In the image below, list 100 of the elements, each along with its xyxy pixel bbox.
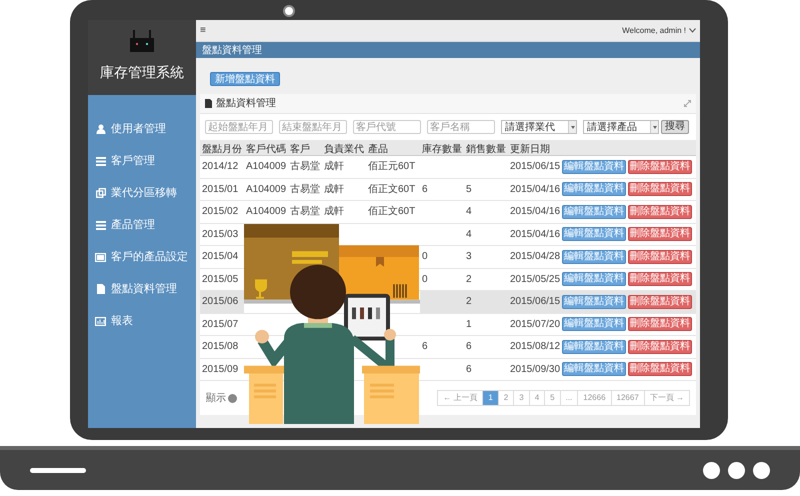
- count-badge: [228, 394, 237, 402]
- input-field[interactable]: 結束盤點年月: [279, 120, 347, 134]
- table-cell-text: 2015/06/15: [510, 160, 560, 174]
- table-cell-text: 2015/04/16: [510, 182, 560, 197]
- input-field[interactable]: 客戶代號: [353, 120, 421, 134]
- table-cell-text: 6: [466, 362, 472, 377]
- table-cell-text: 2015/04/16: [510, 228, 560, 242]
- select-field[interactable]: 請選擇業代: [501, 120, 577, 134]
- table-cell-text: 2015/08/12: [510, 340, 560, 354]
- next-page-button[interactable]: 下一頁 →: [644, 390, 690, 406]
- welcome-text: Welcome, admin !: [622, 24, 686, 36]
- edit-button[interactable]: 編輯盤點資料: [562, 340, 626, 354]
- user-icon: [96, 124, 106, 134]
- table-cell-text: 6: [466, 340, 472, 354]
- table-cell-text: 5: [466, 182, 472, 197]
- delete-button[interactable]: 刪除盤點資料: [628, 340, 692, 354]
- table-cell-text: 2015/01: [202, 182, 238, 197]
- column-header: 庫存數量: [422, 144, 462, 154]
- table-cell-text: 2015/04/28: [510, 250, 560, 264]
- table-cell-text: 2015/07: [202, 318, 238, 332]
- edit-button[interactable]: 編輯盤點資料: [562, 294, 626, 309]
- sidebar-item[interactable]: 報表: [88, 305, 196, 337]
- file-icon: [96, 284, 104, 294]
- table-cell-text: 2: [466, 295, 472, 310]
- edit-button[interactable]: 編輯盤點資料: [562, 317, 626, 332]
- camera-icon: [283, 5, 295, 17]
- page-button[interactable]: 1: [482, 390, 499, 406]
- table-cell-text: 2015/09/30: [510, 362, 560, 377]
- table-cell-text: 2015/07/20: [510, 318, 560, 332]
- table-cell-text: 2015/09: [202, 362, 238, 377]
- table-cell-text: 古易堂: [290, 182, 320, 197]
- table-cell-text: 2014/12: [202, 160, 238, 174]
- sidebar-item[interactable]: 使用者管理: [88, 113, 196, 145]
- page-button[interactable]: 12667: [610, 390, 645, 406]
- delete-button[interactable]: 刪除盤點資料: [628, 272, 692, 286]
- select-field[interactable]: 請選擇產品: [583, 120, 659, 134]
- table-cell-text: 2015/06: [202, 295, 238, 310]
- edit-button[interactable]: 編輯盤點資料: [562, 362, 626, 376]
- chevron-icon[interactable]: [689, 28, 696, 33]
- sidebar-item[interactable]: 產品管理: [88, 209, 196, 241]
- previous-page-button[interactable]: ← 上一頁: [437, 390, 484, 406]
- column-header: 盤點月份: [202, 144, 242, 154]
- table-cell-text: 古易堂: [290, 160, 320, 174]
- table-cell-text: 成軒: [324, 182, 344, 197]
- edit-button[interactable]: 編輯盤點資料: [562, 160, 626, 174]
- sidebar-item[interactable]: 客戶的產品設定: [88, 241, 196, 273]
- menu-icon[interactable]: ≡: [200, 23, 206, 38]
- page-header: 盤點資料管理: [202, 44, 262, 58]
- add-button[interactable]: 新增盤點資料: [210, 72, 280, 86]
- app-title: 庫存管理系統: [100, 63, 184, 82]
- delete-button[interactable]: 刪除盤點資料: [628, 160, 692, 174]
- table-cell-text: 佰正元60T: [368, 160, 416, 174]
- table-cell-text: 2: [466, 272, 472, 287]
- column-header: 客戶代碼: [246, 144, 286, 154]
- table-cell-text: 成軒: [324, 204, 344, 220]
- delete-button[interactable]: 刪除盤點資料: [628, 182, 692, 196]
- page-button[interactable]: 3: [513, 390, 530, 406]
- delete-button[interactable]: 刪除盤點資料: [628, 362, 692, 376]
- delete-button[interactable]: 刪除盤點資料: [628, 227, 692, 242]
- table-cell-text: 2015/03: [202, 228, 238, 242]
- table-cell-text: 2015/06/15: [510, 295, 560, 310]
- table-cell-text: 0: [422, 272, 428, 287]
- input-field[interactable]: 客戶名稱: [427, 120, 495, 134]
- edit-button[interactable]: 編輯盤點資料: [562, 227, 626, 242]
- table-cell-text: A104009: [246, 182, 286, 197]
- caret-icon: [652, 126, 656, 128]
- table-cell-text: 佰正文60T: [368, 182, 416, 197]
- table-cell-text: 2015/05/25: [510, 272, 560, 287]
- edit-button[interactable]: 編輯盤點資料: [562, 272, 626, 286]
- table-cell-text: 2015/04/16: [510, 205, 560, 220]
- edit-button[interactable]: 編輯盤點資料: [562, 204, 626, 219]
- sidebar-item[interactable]: 盤點資料管理: [88, 273, 196, 305]
- list-icon: [96, 156, 106, 166]
- input-field[interactable]: 起始盤點年月: [205, 120, 273, 134]
- table-cell-text: 2015/04: [202, 250, 238, 264]
- table-cell-text: 佰正文60T: [368, 204, 416, 220]
- sidebar-item[interactable]: 業代分區移轉: [88, 177, 196, 209]
- table-cell-text: 古易堂: [290, 204, 320, 220]
- delete-button[interactable]: 刪除盤點資料: [628, 294, 692, 309]
- table-cell-text: 1: [466, 318, 472, 332]
- edit-button[interactable]: 編輯盤點資料: [562, 182, 626, 196]
- edit-button[interactable]: 編輯盤點資料: [562, 250, 626, 264]
- page-button[interactable]: 12666: [577, 390, 612, 406]
- delete-button[interactable]: 刪除盤點資料: [628, 317, 692, 332]
- delete-button[interactable]: 刪除盤點資料: [628, 250, 692, 264]
- delete-button[interactable]: 刪除盤點資料: [628, 204, 692, 219]
- table-cell-text: 3: [466, 250, 472, 264]
- table-cell-text: 0: [422, 250, 428, 264]
- chart-icon: [95, 316, 106, 326]
- screen-icon: [95, 252, 106, 262]
- sidebar-item[interactable]: 客戶管理: [88, 145, 196, 177]
- search-button[interactable]: 搜尋: [661, 120, 689, 134]
- table-cell-text: 4: [466, 205, 472, 220]
- trackpad-bar: [30, 468, 86, 472]
- page-button[interactable]: 5: [544, 390, 561, 406]
- column-header: 產品: [368, 144, 388, 154]
- router-icon: [130, 30, 154, 52]
- caret-icon: [570, 126, 574, 128]
- list-icon: [96, 220, 106, 230]
- table-cell-text: A104009: [246, 205, 286, 220]
